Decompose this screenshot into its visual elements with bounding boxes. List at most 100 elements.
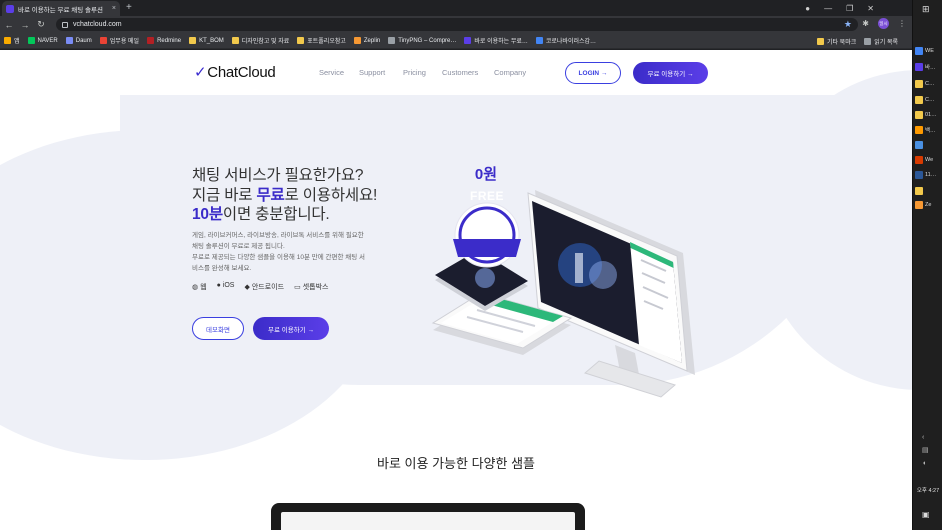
nav-pricing[interactable]: Pricing xyxy=(403,68,426,77)
bookmark-item[interactable]: 코로나바이러스감… xyxy=(535,36,597,45)
bookmark-label: 읽기 목록 xyxy=(874,39,898,46)
nav-service[interactable]: Service xyxy=(319,68,344,77)
bookmark-label: NAVER xyxy=(37,37,58,44)
new-tab-button[interactable]: + xyxy=(126,2,132,13)
nav-customers[interactable]: Customers xyxy=(442,68,478,77)
bookmark-label: Zeplin xyxy=(363,37,381,44)
sample-device-preview xyxy=(271,503,585,530)
bookmark-label: TinyPNG – Compre… xyxy=(398,37,457,44)
platform-list: ◍ 웹 ● iOS ◆ 안드로이드 ▭ 셋톱박스 xyxy=(192,282,328,292)
bookmark-icon xyxy=(464,37,472,44)
hero-illustration xyxy=(431,190,695,398)
bookmark-icon xyxy=(353,37,361,44)
taskbar-app[interactable]: We xyxy=(915,153,941,167)
sample-device-screen xyxy=(281,512,575,530)
bookmark-label: 바로 이용하는 무료… xyxy=(474,39,528,45)
bookmark-item[interactable]: Zeplin xyxy=(353,37,381,44)
app-icon xyxy=(915,80,923,88)
bookmark-item[interactable]: NAVER xyxy=(27,37,58,44)
bookmark-star-icon[interactable]: ★ xyxy=(844,19,852,30)
bookmark-item[interactable]: 업무용 메일 xyxy=(99,36,140,45)
taskbar-app-label: C… xyxy=(925,97,935,103)
network-icon[interactable]: ▤ xyxy=(922,446,929,454)
profile-avatar[interactable]: 일시 xyxy=(878,18,889,29)
bookmark-label: Daum xyxy=(75,37,92,44)
taskbar-app[interactable]: 11… xyxy=(915,168,941,182)
free-trial-button[interactable]: 무료 이용하기 → xyxy=(633,62,708,84)
taskbar-app[interactable] xyxy=(915,138,941,152)
tab-close-icon[interactable]: × xyxy=(112,5,116,12)
close-window-icon[interactable]: ✕ xyxy=(867,4,874,13)
platform-label: 안드로이드 xyxy=(251,284,285,291)
bookmark-icon xyxy=(388,37,396,44)
bookmark-item[interactable]: 바로 이용하는 무료… xyxy=(464,36,528,45)
app-icon xyxy=(915,63,923,71)
bookmarks-bar: 앱 NAVER Daum 업무용 메일 Redmine KT_BOM 디자인참고 및 자료 포… xyxy=(0,33,912,49)
browser-tabbar: 바로 이용하는 무료 채팅 솔루션 × + ● — ❐ ✕ xyxy=(0,0,912,16)
site-favicon-icon xyxy=(6,4,14,13)
volume-icon[interactable]: ◖ xyxy=(922,460,926,467)
bookmark-label: 코로나바이러스감… xyxy=(545,39,597,45)
bookmark-item[interactable]: Redmine xyxy=(147,37,181,44)
system-clock[interactable]: 오후 4:27 xyxy=(914,486,942,494)
taskbar-app-label: We xyxy=(925,157,934,163)
login-button[interactable]: LOGIN → xyxy=(565,62,621,84)
bookmark-label: 앱 xyxy=(14,39,20,45)
forward-icon[interactable]: → xyxy=(18,20,32,30)
badge-free-label: FREE xyxy=(469,189,504,203)
taskbar-app[interactable] xyxy=(915,184,941,198)
check-logo-icon: ✓ xyxy=(194,64,207,81)
platform-web: ◍ 웹 xyxy=(192,282,207,292)
folder-icon xyxy=(816,37,824,45)
back-icon[interactable]: ← xyxy=(2,20,16,30)
hero-free-button[interactable]: 무료 이용하기 → xyxy=(253,317,329,340)
bookmark-item[interactable]: 앱 xyxy=(4,36,20,45)
bookmark-item[interactable]: 포트폴리오참고 xyxy=(297,36,346,45)
browser-toolbar: ← → ↻ vchatcloud.com ★ ✱ 일시 ⋮ xyxy=(0,16,912,33)
notification-icon[interactable]: ▣ xyxy=(922,510,930,519)
bookmark-label: 포트폴리오참고 xyxy=(307,39,346,45)
bookmark-item[interactable]: TinyPNG – Compre… xyxy=(388,37,456,44)
restore-icon[interactable]: ❐ xyxy=(846,4,853,13)
bookmark-icon xyxy=(297,37,305,44)
browser-tab[interactable]: 바로 이용하는 무료 채팅 솔루션 × xyxy=(2,1,120,16)
platform-android: ◆ 안드로이드 xyxy=(244,282,284,292)
reload-icon[interactable]: ↻ xyxy=(34,19,48,30)
menu-icon[interactable]: ⋮ xyxy=(898,19,906,28)
bookmark-icon xyxy=(65,37,73,44)
app-icon xyxy=(915,141,923,149)
bookmark-item[interactable]: 기타 북마크 xyxy=(816,37,857,46)
bookmark-item[interactable]: Daum xyxy=(65,37,92,44)
windows-start-icon[interactable]: ⊞ xyxy=(922,4,930,15)
taskbar-app[interactable]: C… xyxy=(915,93,941,107)
tray-arrow-icon[interactable]: ‹ xyxy=(922,434,924,441)
nav-support[interactable]: Support xyxy=(359,68,385,77)
bookmark-item[interactable]: KT_BOM xyxy=(189,37,224,44)
platform-settop: ▭ 셋톱박스 xyxy=(294,282,328,292)
taskbar-app[interactable]: 백… xyxy=(915,123,941,137)
android-icon: ◆ xyxy=(244,284,250,291)
bookmark-item[interactable]: 디자인참고 및 자료 xyxy=(231,36,289,45)
bookmark-label: Redmine xyxy=(157,37,182,44)
hero-description: 무료로 제공되는 다양한 샘플을 이용해 10분 만에 간편한 채팅 서 xyxy=(192,254,365,261)
bookmark-icon xyxy=(27,37,35,44)
address-bar[interactable]: vchatcloud.com ★ xyxy=(56,18,858,31)
logo-text: ChatCloud xyxy=(207,64,276,81)
minimize-icon[interactable]: — xyxy=(824,4,832,13)
bookmark-item[interactable]: 읽기 목록 xyxy=(864,37,898,46)
taskbar-app[interactable]: C… xyxy=(915,77,941,91)
taskbar-app[interactable]: 바… xyxy=(915,60,941,74)
taskbar-app[interactable]: 01… xyxy=(915,108,941,122)
bookmark-label: 기타 북마크 xyxy=(826,39,857,46)
taskbar-app-label: 01… xyxy=(925,112,937,118)
samples-section-title: 바로 이용 가능한 다양한 샘플 xyxy=(377,456,535,471)
hero-description: 게임, 라이브커머스, 라이브방송, 라이브톡 서비스를 위해 필요한 xyxy=(192,232,364,239)
extensions-icon[interactable]: ✱ xyxy=(862,19,869,28)
bookmark-label: 업무용 메일 xyxy=(109,39,140,45)
tab-search-icon[interactable]: ● xyxy=(805,4,810,13)
nav-company[interactable]: Company xyxy=(494,68,526,77)
site-logo[interactable]: ✓ChatCloud xyxy=(194,63,276,81)
taskbar-app[interactable]: Ze xyxy=(915,198,941,212)
taskbar-app[interactable]: WE xyxy=(915,44,941,58)
demo-button[interactable]: 데모화면 xyxy=(192,317,244,340)
